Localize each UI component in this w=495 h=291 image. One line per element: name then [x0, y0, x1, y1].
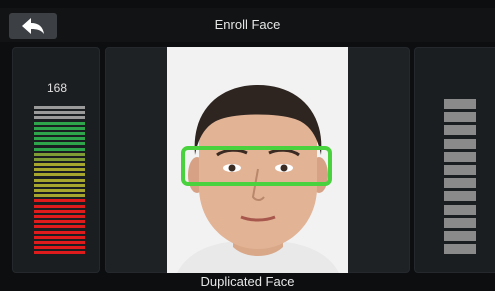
quality-bar: [34, 106, 85, 109]
progress-bar-segment: [444, 178, 476, 189]
page-title: Enroll Face: [214, 17, 281, 32]
quality-bar: [34, 173, 85, 177]
quality-bar: [34, 204, 85, 208]
quality-bar: [34, 246, 85, 250]
progress-bars: [444, 99, 476, 257]
quality-bar: [34, 240, 85, 244]
progress-bar-segment: [444, 217, 476, 228]
status-message: Duplicated Face: [0, 273, 495, 291]
quality-bar: [34, 183, 85, 187]
quality-bar: [34, 168, 85, 172]
quality-bar: [34, 199, 85, 203]
progress-bar-segment: [444, 244, 476, 255]
progress-bar-segment: [444, 191, 476, 202]
progress-bar-segment: [444, 230, 476, 241]
quality-bar: [34, 121, 85, 125]
quality-bar: [34, 230, 85, 234]
quality-bar: [34, 235, 85, 239]
quality-bar: [34, 157, 85, 161]
progress-bar-segment: [444, 204, 476, 215]
quality-bar: [34, 251, 85, 255]
quality-count: 168: [46, 81, 68, 95]
progress-bar-segment: [444, 138, 476, 149]
face-detection-box: [181, 146, 332, 186]
quality-bar: [34, 111, 85, 115]
quality-bar: [34, 147, 85, 151]
quality-bar: [34, 142, 85, 146]
back-button[interactable]: [9, 13, 57, 39]
progress-bar-segment: [444, 99, 476, 109]
quality-bar: [34, 209, 85, 213]
quality-bar: [34, 220, 85, 224]
progress-meter-panel: [414, 47, 495, 273]
progress-bar-segment: [444, 151, 476, 162]
header-bar: Enroll Face: [0, 8, 495, 42]
back-arrow-icon: [22, 18, 44, 34]
quality-meter-panel: 168: [12, 47, 100, 273]
progress-bar-segment: [444, 125, 476, 136]
quality-bar: [34, 178, 85, 182]
quality-bar: [34, 189, 85, 192]
quality-bar: [34, 194, 85, 198]
quality-bar: [34, 152, 85, 156]
quality-bars: [34, 106, 85, 256]
quality-bar: [34, 116, 85, 120]
progress-bar-segment: [444, 164, 476, 175]
progress-bar-segment: [444, 112, 476, 123]
quality-bar: [34, 225, 85, 229]
quality-bar: [34, 131, 85, 135]
enroll-face-screen: Enroll Face 168 Duplicated Face: [0, 0, 495, 291]
quality-bar: [34, 137, 85, 141]
quality-bar: [34, 214, 85, 218]
quality-bar: [34, 126, 85, 130]
quality-bar: [34, 163, 85, 167]
